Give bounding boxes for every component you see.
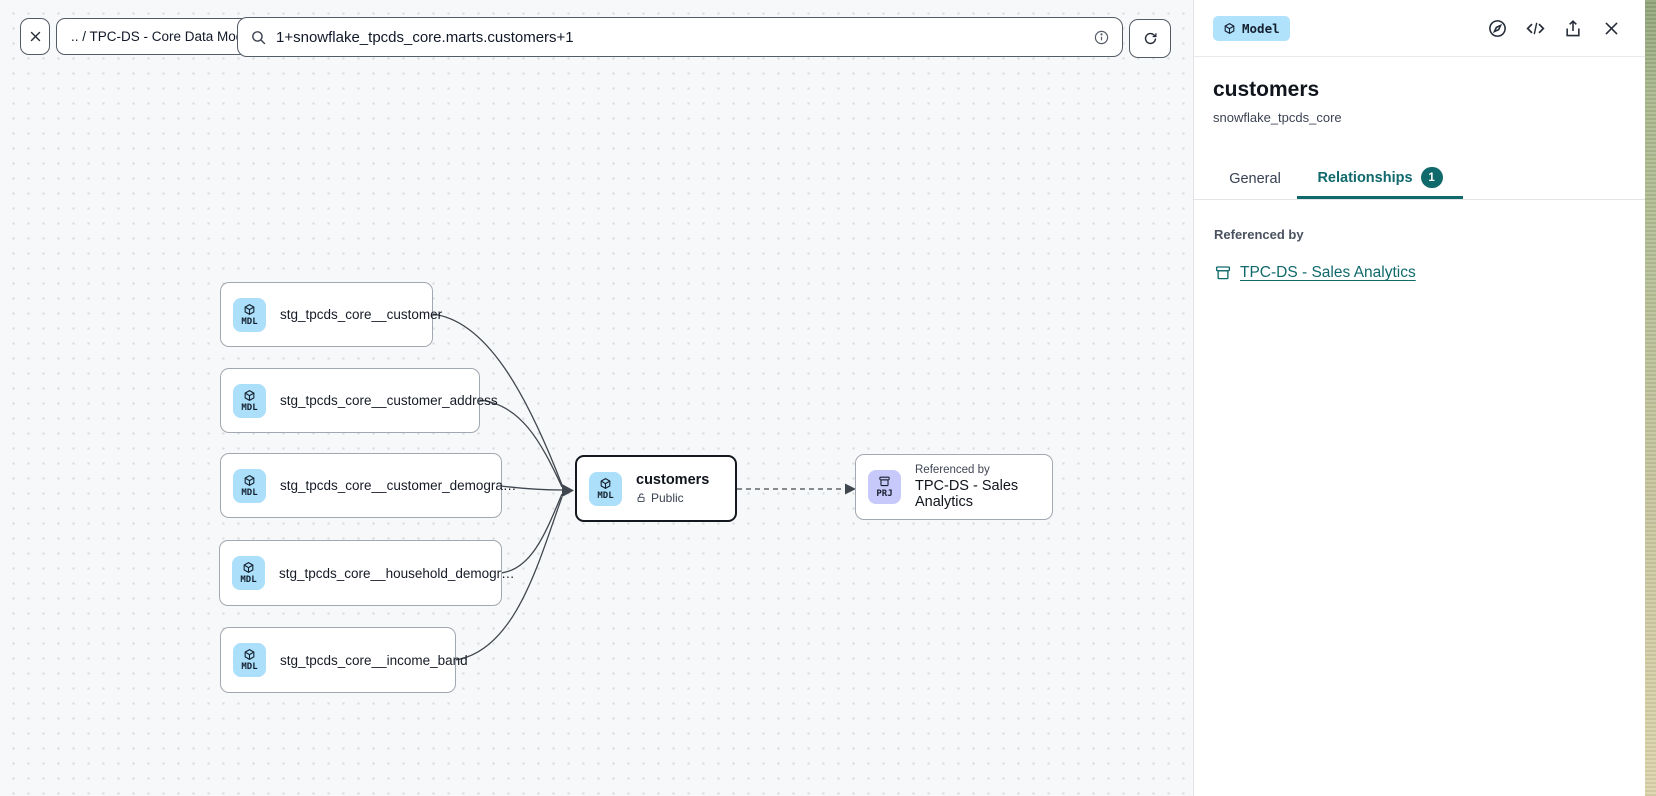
- node-visibility: Public: [636, 491, 709, 505]
- node-customers-selected[interactable]: MDL customers Public: [575, 455, 737, 522]
- share-icon: [1563, 18, 1583, 39]
- node-stg-customer-demographics[interactable]: MDL stg_tpcds_core__customer_demogra…: [220, 453, 502, 518]
- node-stg-customer[interactable]: MDL stg_tpcds_core__customer: [220, 282, 433, 347]
- panel-header: Model: [1194, 0, 1645, 57]
- node-referenced-project[interactable]: PRJ Referenced by TPC-DS - Sales Analyti…: [855, 454, 1053, 520]
- exit-lineage-button[interactable]: [20, 18, 50, 55]
- node-label: stg_tpcds_core__customer: [280, 307, 442, 322]
- refresh-icon: [1142, 30, 1159, 47]
- node-stg-household-demographics[interactable]: MDL stg_tpcds_core__household_demogr…: [219, 540, 502, 606]
- unlock-icon: [636, 492, 647, 504]
- cube-icon: [599, 477, 612, 490]
- panel-tabs: General Relationships 1: [1194, 159, 1645, 200]
- node-stg-income-band[interactable]: MDL stg_tpcds_core__income_band: [220, 627, 456, 693]
- explore-lineage-button[interactable]: [1485, 16, 1509, 40]
- close-icon: [28, 29, 43, 44]
- node-label: stg_tpcds_core__income_band: [280, 653, 468, 668]
- search-icon: [250, 29, 267, 46]
- model-badge: MDL: [233, 298, 266, 332]
- model-type-badge: Model: [1213, 16, 1290, 41]
- archive-icon: [878, 475, 891, 488]
- close-icon: [1602, 19, 1621, 38]
- cube-icon: [243, 389, 256, 402]
- desktop-edge-strip: [1645, 0, 1656, 796]
- close-panel-button[interactable]: [1599, 16, 1623, 40]
- referenced-project-link[interactable]: TPC-DS - Sales Analytics: [1240, 264, 1416, 282]
- cube-icon: [243, 474, 256, 487]
- node-kicker: Referenced by: [915, 464, 1036, 476]
- tab-general[interactable]: General: [1213, 159, 1297, 199]
- panel-title-block: customers snowflake_tpcds_core: [1194, 57, 1645, 125]
- info-icon[interactable]: [1093, 29, 1110, 46]
- model-badge: MDL: [233, 643, 266, 677]
- model-badge: MDL: [233, 384, 266, 418]
- node-label: stg_tpcds_core__customer_demogra…: [280, 478, 516, 493]
- breadcrumb-label: .. / TPC-DS - Core Data Models: [71, 29, 261, 44]
- model-badge: MDL: [589, 472, 622, 506]
- view-code-button[interactable]: [1523, 16, 1547, 40]
- page-title: customers: [1213, 78, 1625, 102]
- referenced-by-label: Referenced by: [1214, 227, 1625, 242]
- model-badge: MDL: [232, 556, 265, 590]
- lineage-search[interactable]: [237, 17, 1123, 57]
- referenced-project-row[interactable]: TPC-DS - Sales Analytics: [1214, 264, 1625, 282]
- page-subtitle: snowflake_tpcds_core: [1213, 110, 1625, 125]
- relationships-content: Referenced by TPC-DS - Sales Analytics: [1194, 200, 1645, 282]
- node-label: TPC-DS - Sales Analytics: [915, 478, 1036, 510]
- node-label: stg_tpcds_core__household_demogr…: [279, 566, 515, 581]
- share-button[interactable]: [1561, 16, 1585, 40]
- cube-icon: [243, 303, 256, 316]
- project-badge: PRJ: [868, 470, 901, 504]
- refresh-lineage-button[interactable]: [1129, 19, 1171, 58]
- app-window: .. / TPC-DS - Core Data Models MDL stg_t…: [0, 0, 1656, 796]
- lineage-canvas[interactable]: .. / TPC-DS - Core Data Models MDL stg_t…: [0, 0, 1194, 796]
- archive-icon: [1214, 264, 1232, 282]
- node-stg-customer-address[interactable]: MDL stg_tpcds_core__customer_address: [220, 368, 480, 433]
- cube-icon: [1223, 22, 1236, 35]
- code-icon: [1525, 18, 1546, 39]
- node-label: customers: [636, 472, 709, 488]
- node-label: stg_tpcds_core__customer_address: [280, 393, 498, 408]
- search-input[interactable]: [276, 29, 1084, 46]
- lineage-edges: [0, 0, 1194, 796]
- cube-icon: [242, 561, 255, 574]
- details-panel: Model customers snowflake_tpcds_core: [1194, 0, 1645, 796]
- panel-actions: [1485, 16, 1623, 40]
- tab-relationships[interactable]: Relationships 1: [1297, 159, 1463, 199]
- relationships-count-badge: 1: [1421, 167, 1443, 188]
- compass-icon: [1487, 18, 1508, 39]
- model-badge: MDL: [233, 469, 266, 503]
- cube-icon: [243, 648, 256, 661]
